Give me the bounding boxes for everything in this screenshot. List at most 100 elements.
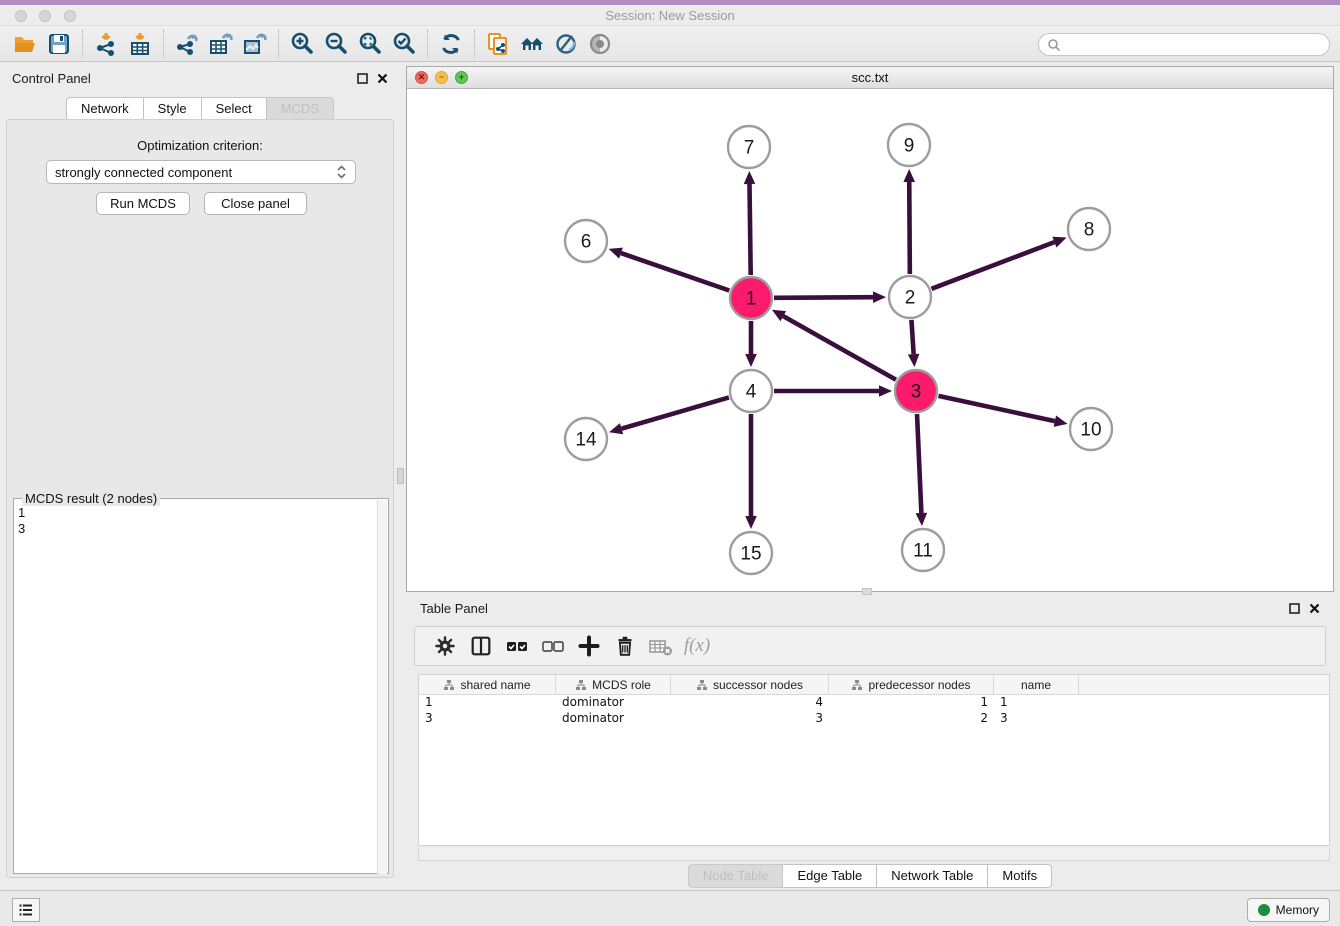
minimize-window-button[interactable]: [39, 10, 51, 22]
open-file-icon[interactable]: [8, 29, 42, 59]
close-window-button[interactable]: [15, 10, 27, 22]
close-panel-button[interactable]: Close panel: [204, 192, 307, 215]
delete-table-icon[interactable]: [643, 630, 679, 662]
run-mcds-button[interactable]: Run MCDS: [96, 192, 190, 215]
node-label: 9: [904, 136, 915, 157]
memory-button[interactable]: Memory: [1247, 898, 1330, 922]
table-scrollbar[interactable]: [418, 848, 1330, 861]
mcds-result-text[interactable]: 13: [18, 505, 25, 537]
table-cell[interactable]: 2: [829, 711, 994, 727]
vertical-splitter-handle[interactable]: [397, 468, 404, 484]
table-row[interactable]: 3dominator323: [419, 711, 1329, 727]
delete-column-icon[interactable]: [607, 630, 643, 662]
function-builder-icon: f(x): [679, 630, 715, 662]
table-header-row: shared name MCDS role successor nodes pr…: [419, 675, 1329, 695]
mcds-result-line: 3: [18, 521, 25, 537]
tab-select[interactable]: Select: [202, 97, 267, 121]
eye-icon[interactable]: [583, 29, 617, 59]
export-network-icon[interactable]: [170, 29, 204, 59]
zoom-selected-icon[interactable]: [387, 29, 421, 59]
select-all-icon[interactable]: [499, 630, 535, 662]
toolbar-separator: [474, 30, 475, 58]
window-titlebar[interactable]: Session: New Session: [0, 5, 1340, 26]
float-table-panel-icon[interactable]: [1289, 603, 1300, 614]
table-cell[interactable]: 3: [419, 711, 556, 727]
tab-network-table[interactable]: Network Table: [877, 864, 988, 888]
graph-edge[interactable]: [749, 184, 750, 275]
graph-edge[interactable]: [938, 396, 1054, 421]
home-layout-icon[interactable]: [515, 29, 549, 59]
import-network-icon[interactable]: [89, 29, 123, 59]
tab-mcds[interactable]: MCDS: [267, 97, 334, 121]
graph-edge[interactable]: [917, 414, 921, 513]
save-session-icon[interactable]: [42, 29, 76, 59]
node-label: 6: [581, 232, 592, 253]
table-cell[interactable]: dominator: [556, 695, 671, 711]
toolbar-separator: [163, 30, 164, 58]
zoom-fit-icon[interactable]: [353, 29, 387, 59]
node-table[interactable]: shared name MCDS role successor nodes pr…: [418, 674, 1330, 846]
graph-edge[interactable]: [911, 320, 913, 354]
table-row[interactable]: 1dominator411: [419, 695, 1329, 711]
zoom-window-button[interactable]: [64, 10, 76, 22]
table-cell[interactable]: 3: [671, 711, 829, 727]
node-label: 7: [744, 138, 755, 159]
gear-icon[interactable]: [427, 630, 463, 662]
task-history-button[interactable]: [12, 898, 40, 922]
result-scrollbar[interactable]: [377, 500, 387, 874]
graph-edge[interactable]: [621, 253, 729, 290]
column-header-successor-nodes[interactable]: successor nodes: [671, 675, 829, 694]
tab-network[interactable]: Network: [66, 97, 144, 121]
table-cell[interactable]: 1: [994, 695, 1079, 711]
table-cell[interactable]: 4: [671, 695, 829, 711]
tab-edge-table[interactable]: Edge Table: [783, 864, 877, 888]
column-layout-icon[interactable]: [463, 630, 499, 662]
table-cell[interactable]: 1: [419, 695, 556, 711]
optimization-criterion-label: Optimization criterion:: [7, 138, 393, 153]
refresh-icon[interactable]: [434, 29, 468, 59]
export-image-icon[interactable]: [238, 29, 272, 59]
optimization-criterion-select[interactable]: strongly connected component: [46, 160, 356, 184]
copy-network-icon[interactable]: [481, 29, 515, 59]
table-panel-title: Table Panel: [420, 601, 488, 616]
close-table-panel-icon[interactable]: [1309, 603, 1320, 614]
graph-edge[interactable]: [774, 297, 873, 298]
tab-node-table[interactable]: Node Table: [688, 864, 784, 888]
window-controls[interactable]: [15, 9, 76, 27]
zoom-out-icon[interactable]: [319, 29, 353, 59]
network-title: scc.txt: [407, 70, 1333, 85]
edge-arrowhead: [744, 171, 756, 184]
graph-edge[interactable]: [909, 182, 910, 274]
paint-style-icon[interactable]: [549, 29, 583, 59]
export-table-icon[interactable]: [204, 29, 238, 59]
tab-style[interactable]: Style: [144, 97, 202, 121]
table-cell[interactable]: 1: [829, 695, 994, 711]
mcds-result-line: 1: [18, 505, 25, 521]
import-table-icon[interactable]: [123, 29, 157, 59]
float-panel-icon[interactable]: [357, 73, 368, 84]
column-header-predecessor-nodes[interactable]: predecessor nodes: [829, 675, 994, 694]
tab-motifs[interactable]: Motifs: [988, 864, 1052, 888]
unselect-all-icon[interactable]: [535, 630, 571, 662]
table-cell[interactable]: dominator: [556, 711, 671, 727]
column-header-shared-name[interactable]: shared name: [419, 675, 556, 694]
graph-edge[interactable]: [932, 242, 1055, 289]
search-input[interactable]: [1038, 33, 1330, 56]
graph-edge[interactable]: [783, 316, 896, 380]
column-header-name[interactable]: name: [994, 675, 1079, 694]
table-cell[interactable]: 3: [994, 711, 1079, 727]
graph-edge[interactable]: [622, 397, 729, 428]
network-canvas[interactable]: 1234678910111415: [407, 90, 1333, 591]
network-window-titlebar[interactable]: ✕ − + scc.txt: [407, 67, 1333, 89]
mcds-result-box: MCDS result (2 nodes) 13: [13, 498, 389, 874]
add-column-icon[interactable]: [571, 630, 607, 662]
column-header-mcds-role[interactable]: MCDS role: [556, 675, 671, 694]
close-panel-icon[interactable]: [377, 73, 388, 84]
table-toolbar: f(x): [414, 626, 1326, 666]
horizontal-splitter-handle[interactable]: [862, 588, 872, 595]
column-type-icon: [443, 679, 455, 691]
zoom-in-icon[interactable]: [285, 29, 319, 59]
node-label: 10: [1080, 420, 1101, 441]
memory-status-icon: [1258, 904, 1270, 916]
edge-arrowhead: [1052, 237, 1066, 248]
